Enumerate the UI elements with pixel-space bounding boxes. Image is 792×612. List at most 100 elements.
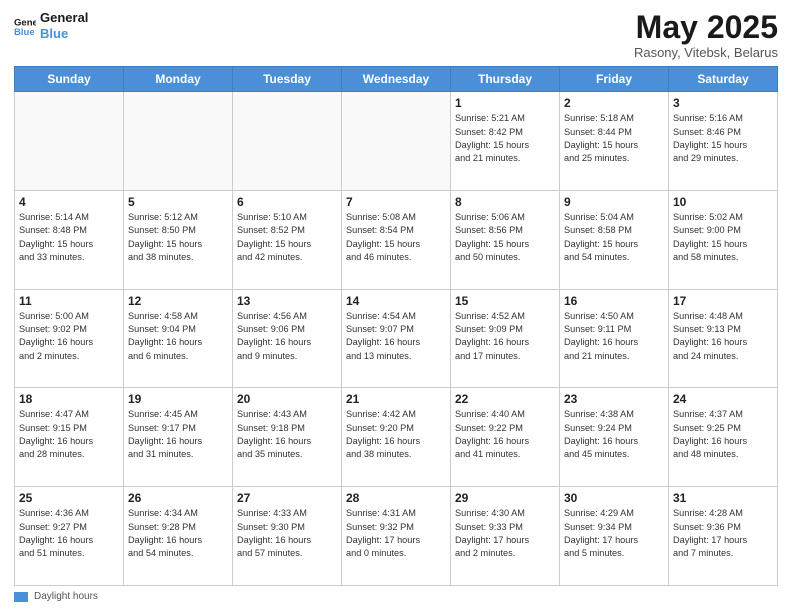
day-number: 18 [19, 392, 119, 406]
calendar-cell: 15 Sunrise: 4:52 AM Sunset: 9:09 PM Dayli… [451, 289, 560, 388]
cell-info: Sunrise: 4:38 AM Sunset: 9:24 PM Dayligh… [564, 408, 664, 461]
day-number: 2 [564, 96, 664, 110]
cell-info: Sunrise: 4:29 AM Sunset: 9:34 PM Dayligh… [564, 507, 664, 560]
day-number: 12 [128, 294, 228, 308]
day-number: 3 [673, 96, 773, 110]
logo-blue: Blue [40, 26, 88, 42]
cell-info: Sunrise: 4:48 AM Sunset: 9:13 PM Dayligh… [673, 310, 773, 363]
calendar-cell: 21Sunrise: 4:42 AM Sunset: 9:20 PM Dayli… [342, 388, 451, 487]
calendar-week-row: 25 Sunrise: 4:36 AM Sunset: 9:27 PM Dayli… [15, 487, 778, 586]
cell-info: Sunrise: 4:50 AM Sunset: 9:11 PM Dayligh… [564, 310, 664, 363]
day-number: 13 [237, 294, 337, 308]
calendar-cell: 19 Sunrise: 4:45 AM Sunset: 9:17 PM Dayli… [124, 388, 233, 487]
day-number: 28 [346, 491, 446, 505]
logo-general: General [40, 10, 88, 26]
calendar-cell: 3 Sunrise: 5:16 AM Sunset: 8:46 PM Daylig… [669, 92, 778, 191]
calendar-cell: 5 Sunrise: 5:12 AM Sunset: 8:50 PM Daylig… [124, 190, 233, 289]
calendar-cell: 13Sunrise: 4:56 AM Sunset: 9:06 PM Dayli… [233, 289, 342, 388]
calendar-cell: 16 Sunrise: 4:50 AM Sunset: 9:11 PM Dayli… [560, 289, 669, 388]
calendar-cell: 10 Sunrise: 5:02 AM Sunset: 9:00 PM Dayli… [669, 190, 778, 289]
calendar-cell: 1Sunrise: 5:21 AM Sunset: 8:42 PM Daylig… [451, 92, 560, 191]
calendar-day-header: Tuesday [233, 67, 342, 92]
day-number: 15 [455, 294, 555, 308]
cell-info: Sunrise: 4:45 AM Sunset: 9:17 PM Dayligh… [128, 408, 228, 461]
calendar-cell: 24Sunrise: 4:37 AM Sunset: 9:25 PM Dayli… [669, 388, 778, 487]
cell-info: Sunrise: 4:58 AM Sunset: 9:04 PM Dayligh… [128, 310, 228, 363]
cell-info: Sunrise: 5:00 AM Sunset: 9:02 PM Dayligh… [19, 310, 119, 363]
calendar-cell: 27 Sunrise: 4:33 AM Sunset: 9:30 PM Dayli… [233, 487, 342, 586]
day-number: 19 [128, 392, 228, 406]
calendar-cell: 14 Sunrise: 4:54 AM Sunset: 9:07 PM Dayli… [342, 289, 451, 388]
calendar-table: SundayMondayTuesdayWednesdayThursdayFrid… [14, 66, 778, 586]
calendar-cell [342, 92, 451, 191]
calendar-cell: 26 Sunrise: 4:34 AM Sunset: 9:28 PM Dayli… [124, 487, 233, 586]
cell-info: Sunrise: 4:36 AM Sunset: 9:27 PM Dayligh… [19, 507, 119, 560]
cell-info: Sunrise: 4:42 AM Sunset: 9:20 PM Dayligh… [346, 408, 446, 461]
footer: Daylight hours [14, 591, 778, 602]
cell-info: Sunrise: 5:16 AM Sunset: 8:46 PM Dayligh… [673, 112, 773, 165]
cell-info: Sunrise: 4:31 AM Sunset: 9:32 PM Dayligh… [346, 507, 446, 560]
calendar-cell: 2 Sunrise: 5:18 AM Sunset: 8:44 PM Daylig… [560, 92, 669, 191]
calendar-day-header: Sunday [15, 67, 124, 92]
cell-info: Sunrise: 4:30 AM Sunset: 9:33 PM Dayligh… [455, 507, 555, 560]
day-number: 20 [237, 392, 337, 406]
calendar-cell: 12 Sunrise: 4:58 AM Sunset: 9:04 PM Dayli… [124, 289, 233, 388]
calendar-cell: 22 Sunrise: 4:40 AM Sunset: 9:22 PM Dayli… [451, 388, 560, 487]
cell-info: Sunrise: 5:12 AM Sunset: 8:50 PM Dayligh… [128, 211, 228, 264]
cell-info: Sunrise: 4:54 AM Sunset: 9:07 PM Dayligh… [346, 310, 446, 363]
day-number: 4 [19, 195, 119, 209]
calendar-day-header: Monday [124, 67, 233, 92]
calendar-cell: 4 Sunrise: 5:14 AM Sunset: 8:48 PM Daylig… [15, 190, 124, 289]
legend-label: Daylight hours [34, 591, 98, 602]
calendar-cell: 6 Sunrise: 5:10 AM Sunset: 8:52 PM Daylig… [233, 190, 342, 289]
calendar-cell: 8 Sunrise: 5:06 AM Sunset: 8:56 PM Daylig… [451, 190, 560, 289]
cell-info: Sunrise: 4:33 AM Sunset: 9:30 PM Dayligh… [237, 507, 337, 560]
calendar-cell: 18 Sunrise: 4:47 AM Sunset: 9:15 PM Dayli… [15, 388, 124, 487]
calendar-cell: 9 Sunrise: 5:04 AM Sunset: 8:58 PM Daylig… [560, 190, 669, 289]
day-number: 9 [564, 195, 664, 209]
cell-info: Sunrise: 5:10 AM Sunset: 8:52 PM Dayligh… [237, 211, 337, 264]
cell-info: Sunrise: 5:14 AM Sunset: 8:48 PM Dayligh… [19, 211, 119, 264]
calendar-header-row: SundayMondayTuesdayWednesdayThursdayFrid… [15, 67, 778, 92]
calendar-cell: 11 Sunrise: 5:00 AM Sunset: 9:02 PM Dayli… [15, 289, 124, 388]
calendar-cell: 29 Sunrise: 4:30 AM Sunset: 9:33 PM Dayli… [451, 487, 560, 586]
calendar-cell [15, 92, 124, 191]
cell-info: Sunrise: 5:18 AM Sunset: 8:44 PM Dayligh… [564, 112, 664, 165]
calendar-day-header: Friday [560, 67, 669, 92]
calendar-week-row: 18 Sunrise: 4:47 AM Sunset: 9:15 PM Dayli… [15, 388, 778, 487]
calendar-cell: 17 Sunrise: 4:48 AM Sunset: 9:13 PM Dayli… [669, 289, 778, 388]
day-number: 22 [455, 392, 555, 406]
cell-info: Sunrise: 4:52 AM Sunset: 9:09 PM Dayligh… [455, 310, 555, 363]
cell-info: Sunrise: 4:47 AM Sunset: 9:15 PM Dayligh… [19, 408, 119, 461]
day-number: 17 [673, 294, 773, 308]
cell-info: Sunrise: 4:34 AM Sunset: 9:28 PM Dayligh… [128, 507, 228, 560]
day-number: 8 [455, 195, 555, 209]
cell-info: Sunrise: 5:06 AM Sunset: 8:56 PM Dayligh… [455, 211, 555, 264]
cell-info: Sunrise: 4:40 AM Sunset: 9:22 PM Dayligh… [455, 408, 555, 461]
calendar-cell: 7Sunrise: 5:08 AM Sunset: 8:54 PM Daylig… [342, 190, 451, 289]
calendar-cell: 28 Sunrise: 4:31 AM Sunset: 9:32 PM Dayli… [342, 487, 451, 586]
day-number: 16 [564, 294, 664, 308]
day-number: 11 [19, 294, 119, 308]
calendar-week-row: 1Sunrise: 5:21 AM Sunset: 8:42 PM Daylig… [15, 92, 778, 191]
day-number: 5 [128, 195, 228, 209]
cell-info: Sunrise: 5:21 AM Sunset: 8:42 PM Dayligh… [455, 112, 555, 165]
day-number: 23 [564, 392, 664, 406]
day-number: 24 [673, 392, 773, 406]
header: General Blue General Blue May 2025 Rason… [14, 10, 778, 60]
calendar-week-row: 4 Sunrise: 5:14 AM Sunset: 8:48 PM Daylig… [15, 190, 778, 289]
cell-info: Sunrise: 5:02 AM Sunset: 9:00 PM Dayligh… [673, 211, 773, 264]
day-number: 14 [346, 294, 446, 308]
calendar-day-header: Saturday [669, 67, 778, 92]
day-number: 29 [455, 491, 555, 505]
cell-info: Sunrise: 4:43 AM Sunset: 9:18 PM Dayligh… [237, 408, 337, 461]
day-number: 27 [237, 491, 337, 505]
day-number: 10 [673, 195, 773, 209]
day-number: 6 [237, 195, 337, 209]
location: Rasony, Vitebsk, Belarus [634, 45, 778, 60]
day-number: 25 [19, 491, 119, 505]
day-number: 30 [564, 491, 664, 505]
calendar-cell [124, 92, 233, 191]
day-number: 26 [128, 491, 228, 505]
cell-info: Sunrise: 5:04 AM Sunset: 8:58 PM Dayligh… [564, 211, 664, 264]
